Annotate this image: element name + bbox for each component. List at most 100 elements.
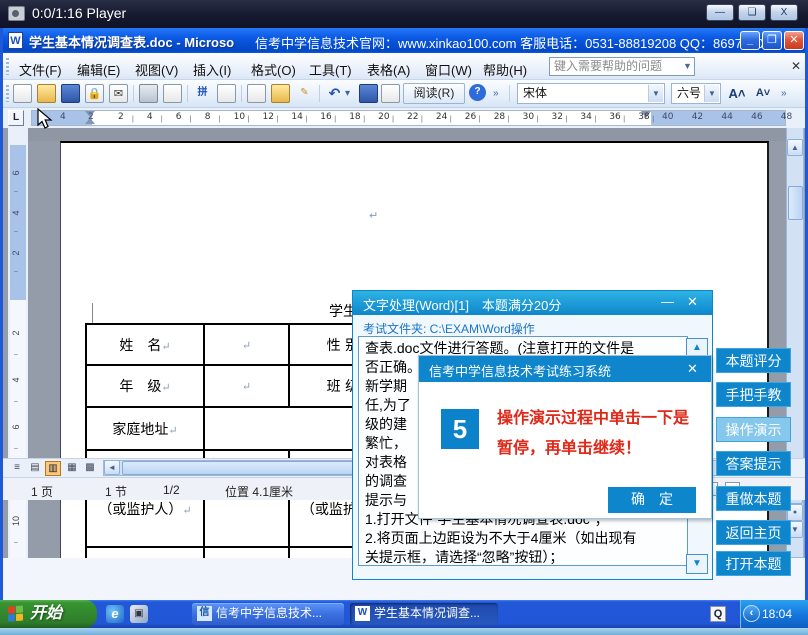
scroll-left-icon[interactable]: ◄ (104, 460, 120, 475)
copy-icon[interactable] (247, 84, 266, 103)
web-layout-icon[interactable]: ▤ (27, 461, 43, 476)
ruler-number: | (450, 116, 452, 123)
vertical-scroll-thumb[interactable] (788, 186, 803, 220)
reading-view-icon[interactable]: ▩ (82, 461, 98, 476)
tray-q-icon[interactable]: Q (710, 606, 726, 622)
exam-dialog-title: 文字处理(Word)[1] 本题满分20分 (363, 295, 561, 314)
font-size-dropdown-arrow[interactable]: ▼ (704, 85, 719, 102)
print-preview-icon[interactable] (163, 84, 182, 103)
font-name-dropdown-arrow[interactable]: ▼ (648, 85, 663, 102)
spelling-icon[interactable]: 拼 (193, 84, 212, 103)
word-restore-button[interactable]: ❐ (762, 31, 782, 50)
insert-table-icon[interactable] (381, 84, 400, 103)
question-scroll-down-icon[interactable]: ▼ (686, 554, 708, 574)
hand-by-hand-teach-button[interactable]: 手把手教 (716, 382, 791, 407)
normal-view-icon[interactable]: ≡ (9, 461, 25, 476)
word-minimize-button[interactable]: _ (740, 31, 760, 50)
toolbar-overflow-chevron[interactable]: » (493, 84, 505, 104)
cell-grade-value[interactable]: ↵ (204, 365, 289, 407)
menu-file[interactable]: 文件(F) (13, 58, 68, 81)
cell-address-label[interactable]: 家庭地址↵ (86, 407, 204, 450)
vendor-overlay-text: 信考中学信息技术官网：www.xinkao100.com 客服电话：0531-8… (255, 33, 777, 52)
ruler-number: – (14, 445, 18, 452)
help-icon[interactable]: ? (469, 84, 486, 101)
undo-dropdown-arrow[interactable]: ▾ (345, 84, 357, 104)
ruler-number: 38 (638, 112, 649, 122)
return-home-button[interactable]: 返回主页 (716, 520, 791, 545)
status-position: 位置 4.1厘米 (225, 483, 293, 500)
mail-icon[interactable]: ✉ (109, 84, 128, 103)
operation-demo-button[interactable]: 操作演示 (716, 417, 791, 442)
taskbar-item-exam-system[interactable]: 信 信考中学信息技术... (192, 603, 344, 625)
exam-close-icon[interactable]: ✕ (687, 294, 698, 310)
print-layout-icon[interactable]: ▥ (45, 461, 61, 476)
ruler-number: | (334, 116, 336, 123)
app-quicklaunch-icon[interactable]: ▣ (130, 605, 148, 623)
popup-message-line2: 暂停，再单击继续！ (497, 434, 641, 458)
font-size-combo[interactable]: 六号 ▼ (671, 83, 721, 104)
cell-name-label[interactable]: 姓 名↵ (86, 324, 204, 365)
popup-close-icon[interactable]: ✕ (687, 361, 698, 377)
word-window-title: 学生基本情况调查表.doc - Microso (29, 32, 234, 51)
font-name-combo[interactable]: 宋体 ▼ (517, 83, 665, 104)
taskbar-bottom-strip (0, 628, 808, 635)
print-icon[interactable] (139, 84, 158, 103)
new-document-icon[interactable] (13, 84, 32, 103)
open-icon[interactable] (37, 84, 56, 103)
menu-format[interactable]: 格式(O) (245, 58, 302, 81)
score-question-button[interactable]: 本题评分 (716, 348, 791, 373)
cell-grade-label[interactable]: 年 级↵ (86, 365, 204, 407)
reading-mode-button[interactable]: 阅读(R) (403, 83, 465, 104)
research-icon[interactable] (217, 84, 236, 103)
shrink-font-icon[interactable]: A˅ (753, 84, 773, 104)
menu-window[interactable]: 窗口(W) (419, 58, 478, 81)
player-minimize-button[interactable]: — (706, 4, 734, 21)
popup-titlebar[interactable]: 信考中学信息技术考试练习系统 ✕ (419, 356, 711, 382)
hyperlink-icon[interactable] (359, 84, 378, 103)
horizontal-ruler[interactable]: 422|4|6|8|10|12|14|16|18|20|22|24|26|28|… (31, 110, 786, 126)
ruler-number: 48 (781, 112, 792, 122)
confirm-button[interactable]: 确 定 (608, 487, 696, 513)
format-painter-icon[interactable]: ✎ (295, 84, 314, 103)
exam-minimize-icon[interactable]: — (661, 294, 674, 309)
cell-mother-name-label[interactable]: 母亲姓名↵ (86, 547, 204, 558)
ruler-number: | (190, 116, 192, 123)
open-question-button[interactable]: 打开本题 (716, 551, 791, 576)
menu-view[interactable]: 视图(V) (129, 58, 184, 81)
permission-icon[interactable]: 🔒 (85, 84, 104, 103)
menubar-close-icon[interactable]: ✕ (791, 59, 801, 73)
ruler-number: 40 (662, 112, 673, 122)
grow-font-icon[interactable]: A˄ (727, 84, 747, 104)
hide-icons-chevron[interactable]: ‹ (743, 605, 760, 622)
menu-tools[interactable]: 工具(T) (303, 58, 358, 81)
cell-mother-name-value[interactable]: ↵ (204, 547, 289, 558)
ruler-number: 4 (147, 112, 153, 122)
ruler-number: – (14, 539, 18, 546)
start-button[interactable]: 开始 (0, 600, 97, 628)
taskbar-item-word-doc[interactable]: W 学生基本情况调查... (350, 603, 498, 625)
scroll-up-icon[interactable]: ▲ (787, 139, 803, 156)
cell-name-value[interactable]: ↵ (204, 324, 289, 365)
menu-edit[interactable]: 编辑(E) (71, 58, 126, 81)
outline-view-icon[interactable]: ▦ (64, 461, 80, 476)
ruler-number: | (132, 116, 134, 123)
format-overflow-chevron[interactable]: » (781, 84, 793, 104)
undo-icon[interactable]: ↶ (325, 84, 344, 103)
redo-question-button[interactable]: 重做本题 (716, 486, 791, 511)
help-question-input[interactable]: 键入需要帮助的问题 (549, 57, 695, 76)
menu-insert[interactable]: 插入(I) (187, 58, 237, 81)
ie-quicklaunch-icon[interactable]: e (106, 605, 124, 623)
ruler-number: | (594, 116, 596, 123)
help-dropdown-arrow[interactable]: ▼ (681, 58, 694, 75)
menu-help[interactable]: 帮助(H) (477, 58, 533, 81)
player-maximize-button[interactable]: ❏ (738, 4, 766, 21)
menu-table[interactable]: 表格(A) (361, 58, 416, 81)
status-page-of: 1/2 (163, 483, 180, 497)
paste-icon[interactable] (271, 84, 290, 103)
exam-dialog-titlebar[interactable]: 文字处理(Word)[1] 本题满分20分 — ✕ (353, 291, 712, 315)
save-icon[interactable] (61, 84, 80, 103)
answer-hint-button[interactable]: 答案提示 (716, 451, 791, 476)
tab-selector-box[interactable]: L (8, 110, 24, 126)
word-close-button[interactable]: ✕ (784, 31, 804, 50)
player-close-button[interactable]: X (770, 4, 798, 21)
